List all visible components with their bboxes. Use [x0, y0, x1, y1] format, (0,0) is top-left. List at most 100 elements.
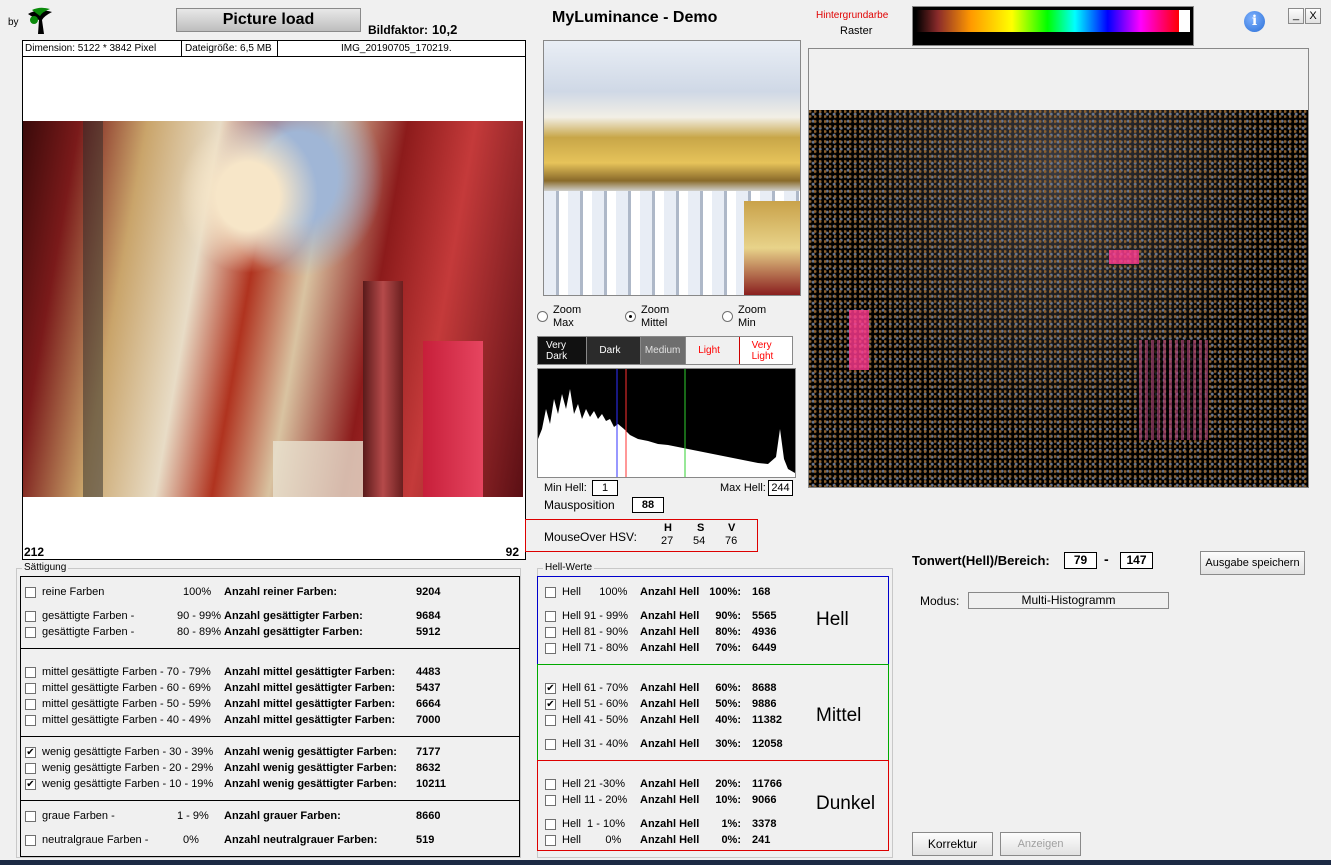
zoom-max-label[interactable]: Zoom Max [553, 304, 581, 330]
saettigung-label: wenig gesättigte Farben - 30 - 39% [42, 746, 214, 758]
saettigung-count-value: 10211 [416, 778, 446, 790]
saettigung-checkbox[interactable] [25, 811, 36, 822]
saettigung-row: mittel gesättigte Farben - 60 - 69% Anzah… [25, 682, 515, 696]
saettigung-label: gesättigte Farben - [42, 610, 135, 622]
source-image-panel: Dimension: 5122 * 3842 Pixel Dateigröße:… [22, 40, 526, 560]
saettigung-count-value: 5912 [416, 626, 441, 638]
saettigung-checkbox[interactable] [25, 699, 36, 710]
mausposition-label: Mausposition [544, 498, 615, 512]
hsv-h-value: 27 [661, 535, 674, 547]
saettigung-checkbox[interactable] [25, 611, 36, 622]
hellwert-percent: 20%: [715, 778, 741, 790]
output-image[interactable] [809, 110, 1308, 487]
saettigung-checkbox[interactable] [25, 667, 36, 678]
raster-bar[interactable] [916, 35, 1190, 43]
tone-very-light[interactable]: Very Light [738, 337, 793, 364]
color-palette[interactable] [912, 6, 1194, 46]
hsv-label: MouseOver HSV: [544, 530, 637, 544]
hellwert-checkbox[interactable] [545, 587, 556, 598]
saettigung-checkbox[interactable] [25, 627, 36, 638]
hellwert-checkbox[interactable] [545, 611, 556, 622]
picture-load-button[interactable]: Picture load [176, 8, 361, 32]
hellwert-percent: 50%: [715, 698, 741, 710]
saettigung-count-value: 6664 [416, 698, 441, 710]
hellwert-label: Hell 31 - 40% [562, 738, 629, 750]
app-title: MyLuminance - Demo [552, 9, 718, 26]
ausgabe-speichern-button[interactable]: Ausgabe speichern [1200, 551, 1305, 575]
hellwert-checkbox[interactable] [545, 627, 556, 638]
saettigung-count-label: Anzahl gesättigter Farben: [224, 626, 363, 638]
saettigung-checkbox[interactable]: ✔ [25, 779, 36, 790]
hellwert-checkbox[interactable] [545, 643, 556, 654]
hellwert-count-label: Anzahl Hell [640, 642, 700, 654]
saettigung-checkbox[interactable] [25, 683, 36, 694]
saettigung-count-value: 7177 [416, 746, 441, 758]
saettigung-count-label: Anzahl mittel gesättigter Farben: [224, 666, 396, 678]
color-spectrum-bar[interactable] [916, 10, 1190, 32]
hellwert-checkbox[interactable]: ✔ [545, 683, 556, 694]
zoom-max-radio[interactable] [537, 311, 548, 322]
hellwert-count-label: Anzahl Hell [640, 818, 700, 830]
hellwert-count-value: 8688 [752, 682, 777, 694]
dunkel-group-label: Dunkel [816, 793, 876, 814]
tonwert-from[interactable]: 79 [1064, 552, 1097, 569]
hellwert-row: Hell 71 - 80% Anzahl Hell 70%: 6449 [545, 642, 805, 656]
hellwert-checkbox[interactable]: ✔ [545, 699, 556, 710]
hellwert-label: Hell 1 - 10% [562, 818, 625, 830]
saettigung-label: graue Farben - [42, 810, 115, 822]
zoom-mittel-label[interactable]: Zoom Mittel [641, 304, 669, 330]
tone-medium[interactable]: Medium [639, 337, 686, 364]
hellwert-checkbox[interactable] [545, 779, 556, 790]
close-button[interactable]: X [1305, 8, 1321, 24]
minimize-button[interactable]: _ [1288, 8, 1304, 24]
output-image-panel[interactable] [808, 48, 1309, 488]
saettigung-checkbox[interactable] [25, 715, 36, 726]
hellwert-checkbox[interactable] [545, 795, 556, 806]
hellwert-percent: 90%: [715, 610, 741, 622]
anzeigen-button[interactable]: Anzeigen [1000, 832, 1081, 856]
hellwert-checkbox[interactable] [545, 835, 556, 846]
saettigung-row: neutralgraue Farben - 0% Anzahl neutralgra… [25, 834, 515, 848]
zoom-preview[interactable] [543, 40, 801, 296]
hellwert-count-value: 5565 [752, 610, 777, 622]
korrektur-button[interactable]: Korrektur [912, 832, 993, 856]
saettigung-checkbox[interactable]: ✔ [25, 747, 36, 758]
saettigung-count-label: Anzahl mittel gesättigter Farben: [224, 682, 396, 694]
hellwert-percent: 10%: [715, 794, 741, 806]
hellwert-checkbox[interactable] [545, 715, 556, 726]
hellwert-count-label: Anzahl Hell [640, 778, 700, 790]
hellwert-percent: 60%: [715, 682, 741, 694]
saettigung-checkbox[interactable] [25, 587, 36, 598]
saettigung-checkbox[interactable] [25, 763, 36, 774]
zoom-min-label[interactable]: Zoom Min [738, 304, 766, 330]
saettigung-count-label: Anzahl mittel gesättigter Farben: [224, 714, 396, 726]
histogram[interactable] [537, 368, 796, 478]
tonwert-to[interactable]: 147 [1120, 552, 1153, 569]
info-icon[interactable]: i [1244, 11, 1265, 32]
saettigung-count-value: 9204 [416, 586, 441, 598]
hellwert-checkbox[interactable] [545, 739, 556, 750]
saettigung-percent: 0% [183, 834, 199, 846]
saettigung-percent: 1 - 9% [177, 810, 209, 822]
church-photo[interactable] [23, 121, 523, 497]
hellwert-count-value: 3378 [752, 818, 777, 830]
hsv-s-label: S [697, 522, 705, 534]
mausposition-value: 88 [632, 497, 664, 513]
tone-very-dark[interactable]: Very Dark [538, 337, 587, 364]
saettigung-row: ✔ wenig gesättigte Farben - 10 - 19% Anzah… [25, 778, 515, 792]
min-hell-value: 1 [592, 480, 618, 496]
hellwert-count-label: Anzahl Hell [640, 698, 700, 710]
taskbar-strip [0, 860, 1331, 865]
zoom-mittel-radio[interactable] [625, 311, 636, 322]
hellwert-count-label: Anzahl Hell [640, 834, 700, 846]
modus-select[interactable]: Multi-Histogramm [968, 592, 1169, 609]
tone-dark[interactable]: Dark [586, 337, 640, 364]
hellwert-checkbox[interactable] [545, 819, 556, 830]
zoom-min-radio[interactable] [722, 311, 733, 322]
saettigung-count-label: Anzahl reiner Farben: [224, 586, 338, 598]
hellwert-count-value: 11382 [752, 714, 782, 726]
saettigung-count-value: 9684 [416, 610, 441, 622]
saettigung-checkbox[interactable] [25, 835, 36, 846]
dimension-text: Dimension: 5122 * 3842 Pixel [25, 43, 157, 54]
tone-light[interactable]: Light [685, 337, 739, 364]
